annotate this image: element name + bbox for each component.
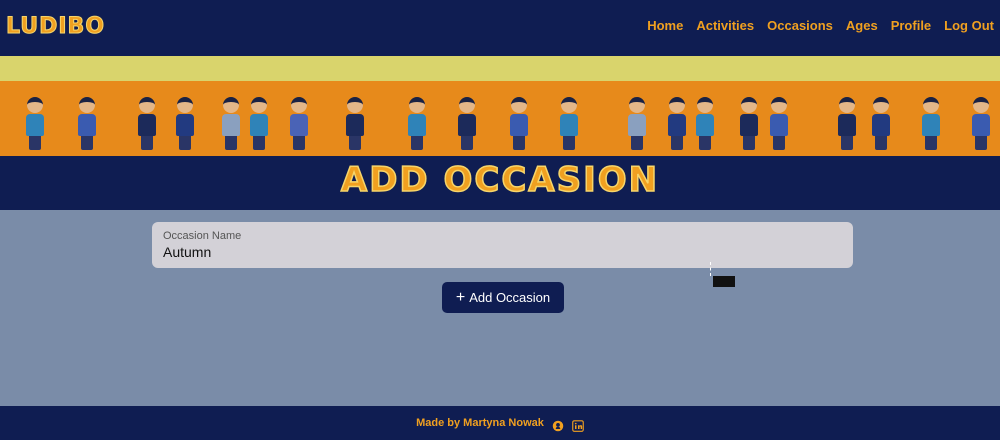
github-icon[interactable] [552, 417, 564, 432]
occasion-name-field[interactable]: Occasion Name [152, 222, 853, 268]
cursor-indicator [710, 262, 712, 276]
child-figure [556, 97, 582, 150]
nav-link-home[interactable]: Home [647, 18, 683, 33]
nav-links: Home Activities Occasions Ages Profile L… [647, 18, 994, 33]
child-figure [172, 97, 198, 150]
footer-credit: Made by Martyna Nowak [416, 417, 544, 429]
nav-link-activities[interactable]: Activities [696, 18, 754, 33]
child-figure [506, 97, 532, 150]
child-figure [342, 97, 368, 150]
child-figure [22, 97, 48, 150]
child-figure [74, 97, 100, 150]
add-occasion-button[interactable]: + Add Occasion [442, 282, 564, 313]
child-figure [918, 97, 944, 150]
linkedin-icon[interactable] [572, 417, 584, 432]
banner-stripe [0, 56, 1000, 81]
banner-illustration [0, 81, 1000, 156]
occasion-name-input[interactable] [163, 244, 842, 260]
child-figure [766, 97, 792, 150]
cursor-tooltip [713, 276, 735, 287]
page-title: ADD OCCASION [340, 159, 660, 201]
nav-link-profile[interactable]: Profile [891, 18, 931, 33]
child-figure [454, 97, 480, 150]
navbar: LUDIBO Home Activities Occasions Ages Pr… [0, 0, 1000, 56]
child-figure [968, 97, 994, 150]
occasion-name-label: Occasion Name [163, 230, 242, 242]
nav-link-ages[interactable]: Ages [846, 18, 878, 33]
nav-link-logout[interactable]: Log Out [944, 18, 994, 33]
brand-logo[interactable]: LUDIBO [5, 14, 105, 40]
footer: Made by Martyna Nowak [0, 406, 1000, 440]
child-figure [246, 97, 272, 150]
child-figure [736, 97, 762, 150]
child-figure [834, 97, 860, 150]
child-figure [404, 97, 430, 150]
child-figure [664, 97, 690, 150]
plus-icon: + [455, 288, 466, 306]
child-figure [868, 97, 894, 150]
child-figure [134, 97, 160, 150]
child-figure [692, 97, 718, 150]
add-occasion-label: Add Occasion [469, 290, 551, 305]
nav-link-occasions[interactable]: Occasions [767, 18, 833, 33]
child-figure [286, 97, 312, 150]
child-figure [218, 97, 244, 150]
child-figure [624, 97, 650, 150]
